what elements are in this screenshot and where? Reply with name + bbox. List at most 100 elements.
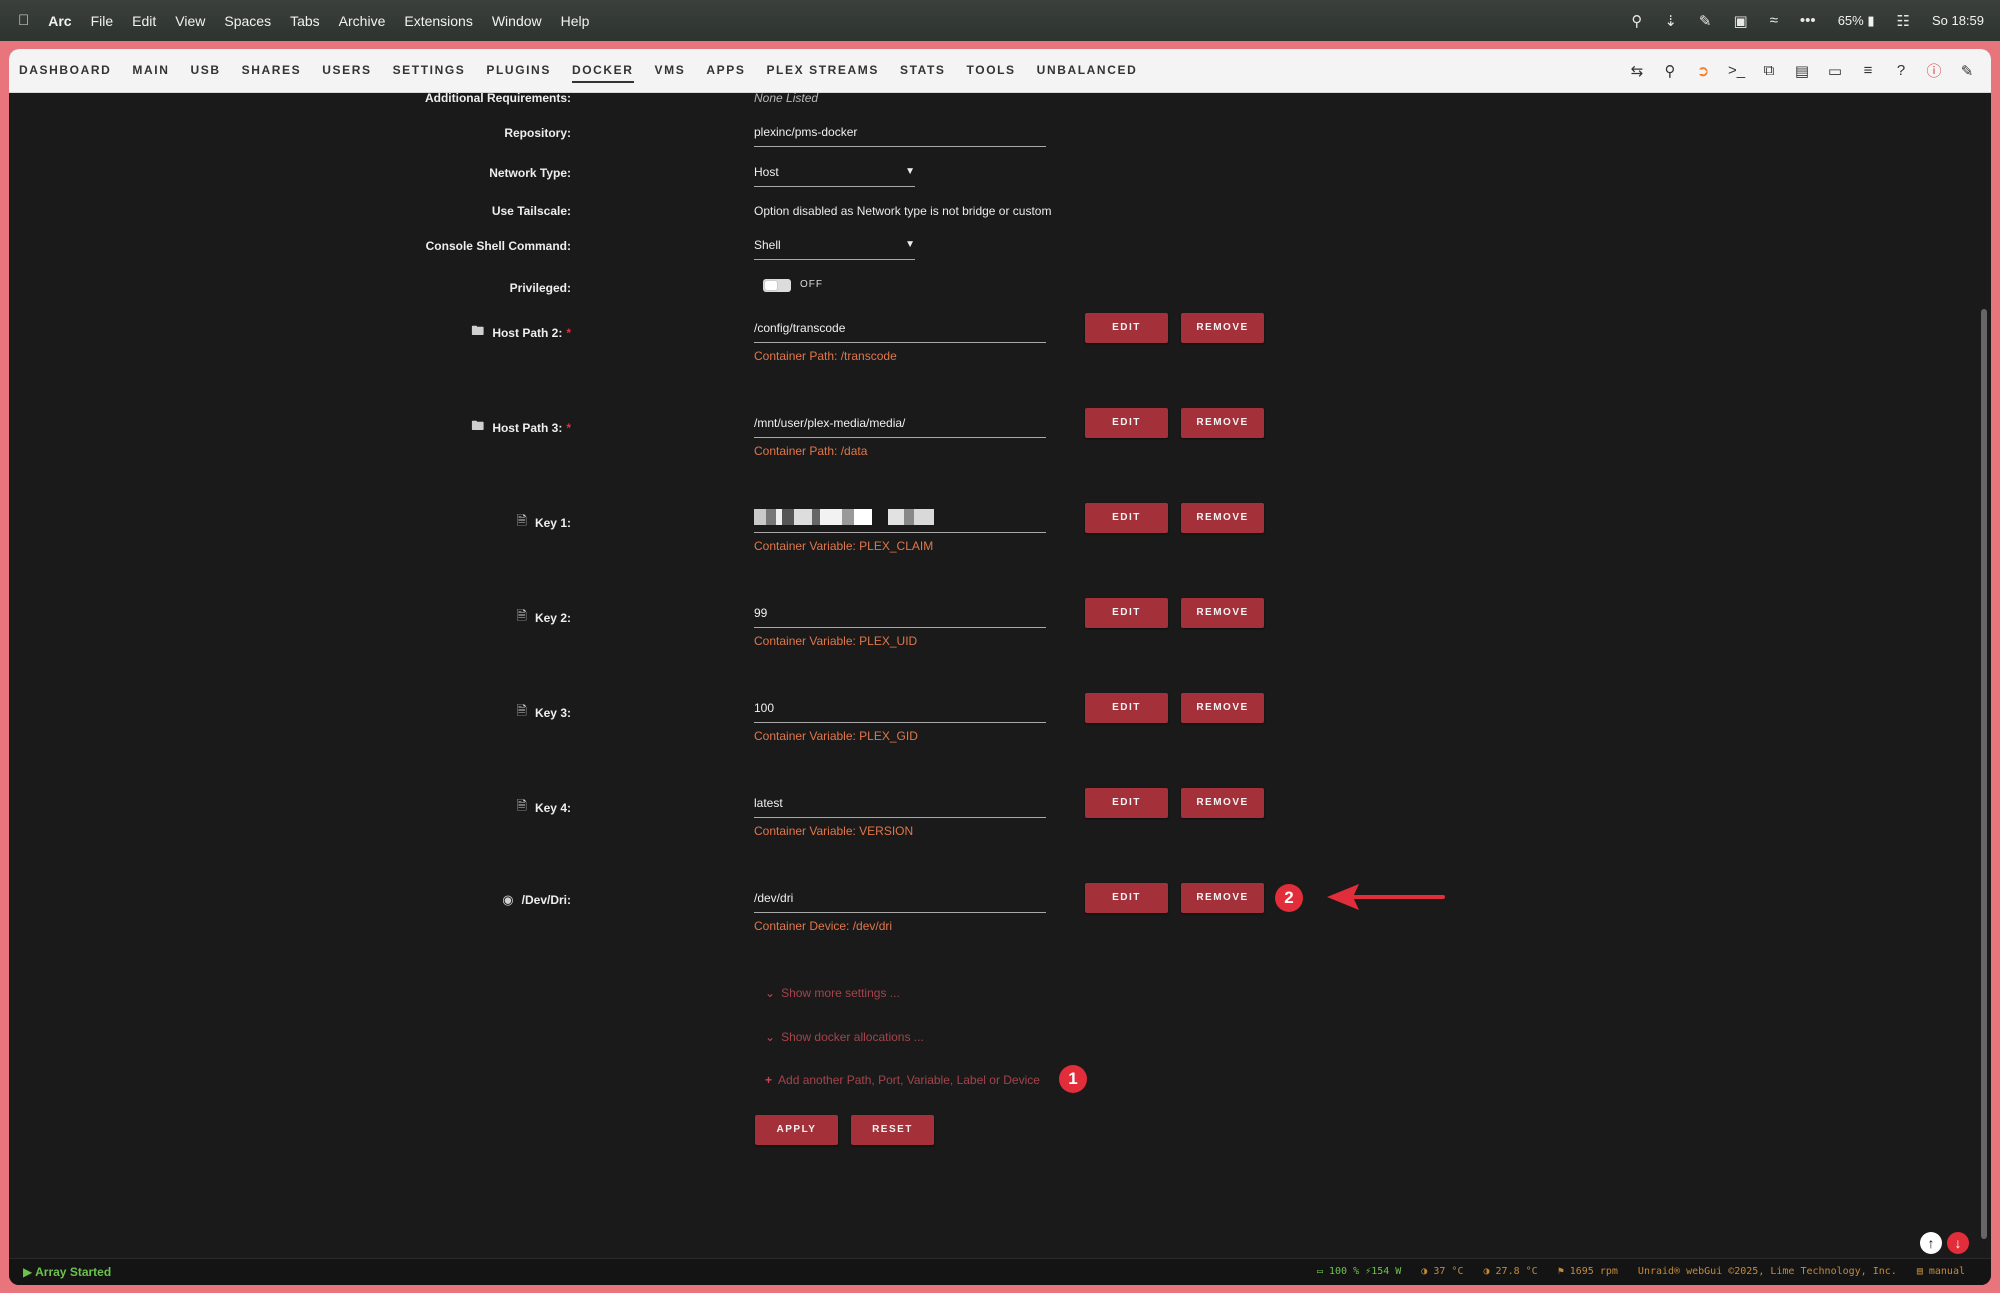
repository-input[interactable]: plexinc/pms-docker <box>754 122 1046 147</box>
remove-button[interactable]: REMOVE <box>1181 408 1264 438</box>
download-status-icon[interactable]: ⇣ <box>1664 12 1677 30</box>
terminal-icon[interactable]: >_ <box>1728 62 1745 79</box>
required-marker: * <box>566 421 571 435</box>
container-device-note: Container Device: /dev/dri <box>754 919 893 933</box>
tab-dashboard[interactable]: DASHBOARD <box>19 49 111 92</box>
folder-icon: 🖿 <box>471 418 485 433</box>
container-path-note: Container Path: /data <box>754 444 868 458</box>
scrollbar[interactable] <box>1981 309 1987 1239</box>
tab-shares[interactable]: SHARES <box>242 49 302 92</box>
pen-status-icon[interactable]: ✎ <box>1699 12 1712 30</box>
edit-icon[interactable]: ✎ <box>1959 62 1975 80</box>
manual-text: manual <box>1928 1266 1965 1277</box>
refresh-icon[interactable]: ⇆ <box>1629 62 1645 80</box>
show-more-settings-link[interactable]: ⌄ Show more settings ... <box>765 986 900 1000</box>
monitor-icon[interactable]: ▭ <box>1827 62 1843 80</box>
edit-button[interactable]: EDIT <box>1085 503 1168 533</box>
search-icon[interactable]: ⚲ <box>1662 62 1678 80</box>
tab-settings[interactable]: SETTINGS <box>393 49 466 92</box>
edit-button[interactable]: EDIT <box>1085 313 1168 343</box>
dev-dri-input[interactable]: /dev/dri <box>754 888 1046 913</box>
tab-usb[interactable]: USB <box>190 49 220 92</box>
apply-button[interactable]: APPLY <box>755 1115 838 1145</box>
more-icon[interactable]: ••• <box>1800 12 1816 29</box>
menu-archive[interactable]: Archive <box>339 13 386 29</box>
tab-docker[interactable]: DOCKER <box>571 49 634 92</box>
status-bar: ▶ Array Started ▭ 100 % ⚡154 W ◑ 37 °C ◑… <box>9 1258 1991 1285</box>
logout-icon[interactable]: ➲ <box>1695 62 1711 80</box>
key-2-input[interactable]: 99 <box>754 603 1046 628</box>
add-another-text: Add another Path, Port, Variable, Label … <box>778 1073 1040 1087</box>
wifi-icon[interactable]: ≈ <box>1770 12 1778 29</box>
menu-file[interactable]: File <box>91 13 114 29</box>
host-path-2-input[interactable]: /config/transcode <box>754 318 1046 343</box>
control-center-icon[interactable]: ☷ <box>1897 12 1910 30</box>
config-entry-label-text: Host Path 3: <box>492 421 563 435</box>
menu-tabs[interactable]: Tabs <box>290 13 320 29</box>
remove-button[interactable]: REMOVE <box>1181 598 1264 628</box>
host-path-3-input[interactable]: /mnt/user/plex-media/media/ <box>754 413 1046 438</box>
config-entry-label: 🗎 Key 3: <box>517 702 571 724</box>
clock[interactable]: So 18:59 <box>1932 13 1984 28</box>
alert-icon[interactable]: ⓘ <box>1926 60 1942 81</box>
tab-plugins[interactable]: PLUGINS <box>486 49 551 92</box>
edit-button[interactable]: EDIT <box>1085 788 1168 818</box>
fan-value: 1695 rpm <box>1569 1266 1618 1277</box>
edit-button[interactable]: EDIT <box>1085 883 1168 913</box>
key-4-input[interactable]: latest <box>754 793 1046 818</box>
unraid-top-nav: DASHBOARD MAIN USB SHARES USERS SETTINGS… <box>9 49 1991 93</box>
console-shell-select[interactable]: Shell ▼ <box>754 235 915 260</box>
tab-plex-streams[interactable]: PLEX STREAMS <box>766 49 879 92</box>
remove-button[interactable]: REMOVE <box>1181 883 1264 913</box>
show-more-settings-text: Show more settings ... <box>781 986 900 1000</box>
menu-help[interactable]: Help <box>561 13 590 29</box>
menu-spaces[interactable]: Spaces <box>224 13 271 29</box>
privileged-toggle[interactable] <box>763 279 791 292</box>
search-status-icon[interactable]: ⚲ <box>1631 12 1642 30</box>
copy-icon[interactable]: ⧉ <box>1761 62 1777 79</box>
remove-button[interactable]: REMOVE <box>1181 788 1264 818</box>
battery-indicator[interactable]: 65% ▮ <box>1838 13 1875 29</box>
device-icon: ◉ <box>502 892 514 907</box>
menu-edit[interactable]: Edit <box>132 13 156 29</box>
remove-button[interactable]: REMOVE <box>1181 693 1264 723</box>
menu-extensions[interactable]: Extensions <box>404 13 472 29</box>
menu-app-arc[interactable]: Arc <box>48 13 71 29</box>
network-type-select[interactable]: Host ▼ <box>754 162 915 187</box>
copyright: Unraid® webGui ©2025, Lime Technology, I… <box>1637 1266 1897 1277</box>
config-entry-label-text: Key 1: <box>534 516 571 530</box>
log-icon[interactable]: ≡ <box>1860 62 1876 79</box>
menu-view[interactable]: View <box>175 13 205 29</box>
tab-main[interactable]: MAIN <box>132 49 169 92</box>
menu-window[interactable]: Window <box>492 13 542 29</box>
thermometer-icon: ◑ <box>1483 1266 1490 1277</box>
document-icon: 🗎 <box>516 703 527 718</box>
apple-icon[interactable]:  <box>18 12 29 29</box>
lock-status-icon[interactable]: ▣ <box>1734 12 1748 30</box>
remove-button[interactable]: REMOVE <box>1181 503 1264 533</box>
tab-vms[interactable]: VMS <box>655 49 686 92</box>
manual-link[interactable]: ▤ manual <box>1917 1259 1965 1285</box>
config-entry-label-text: /Dev/Dri: <box>521 893 571 907</box>
edit-button[interactable]: EDIT <box>1085 598 1168 628</box>
cpu-temp-value: 37 °C <box>1433 1266 1464 1277</box>
tab-unbalanced[interactable]: UNBALANCED <box>1037 49 1138 92</box>
thermometer-icon: ◑ <box>1421 1266 1428 1277</box>
edit-button[interactable]: EDIT <box>1085 408 1168 438</box>
scroll-bottom-icon[interactable]: ↓ <box>1947 1232 1969 1254</box>
config-entry-label-text: Key 2: <box>534 611 571 625</box>
tab-stats[interactable]: STATS <box>900 49 946 92</box>
edit-button[interactable]: EDIT <box>1085 693 1168 723</box>
feedback-icon[interactable]: ▤ <box>1794 62 1810 80</box>
show-docker-allocations-link[interactable]: ⌄ Show docker allocations ... <box>765 1030 924 1044</box>
annotation-badge-2: 2 <box>1275 884 1303 912</box>
tab-apps[interactable]: APPS <box>706 49 745 92</box>
key-3-input[interactable]: 100 <box>754 698 1046 723</box>
add-another-link[interactable]: + Add another Path, Port, Variable, Labe… <box>765 1073 1040 1087</box>
scroll-top-icon[interactable]: ↑ <box>1920 1232 1942 1254</box>
tab-users[interactable]: USERS <box>322 49 371 92</box>
remove-button[interactable]: REMOVE <box>1181 313 1264 343</box>
help-icon[interactable]: ? <box>1893 62 1909 79</box>
reset-button[interactable]: RESET <box>851 1115 934 1145</box>
tab-tools[interactable]: TOOLS <box>967 49 1016 92</box>
